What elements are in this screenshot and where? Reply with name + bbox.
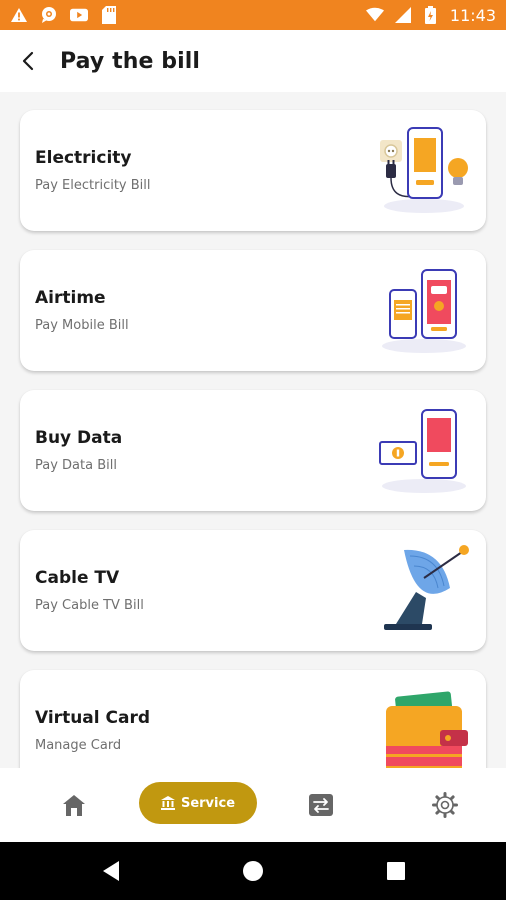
- system-back-button[interactable]: [81, 842, 141, 900]
- wifi-icon: [365, 6, 384, 24]
- signal-icon: [394, 6, 412, 24]
- card-title: Airtime: [35, 288, 106, 308]
- satellite-dish-illustration: [384, 545, 469, 630]
- data-illustration: [379, 409, 466, 493]
- buy-data-card[interactable]: Buy Data Pay Data Bill: [20, 390, 486, 511]
- nav-settings[interactable]: [415, 768, 475, 842]
- airtime-card[interactable]: Airtime Pay Mobile Bill: [20, 250, 486, 371]
- page-title: Pay the bill: [60, 48, 201, 74]
- warning-icon: [10, 6, 28, 24]
- youtube-icon: [70, 6, 88, 24]
- back-triangle-icon: [103, 861, 119, 881]
- card-subtitle: Manage Card: [35, 738, 122, 753]
- nav-home[interactable]: [44, 768, 104, 842]
- home-circle-icon: [243, 861, 263, 881]
- bottom-nav: Service: [0, 768, 506, 842]
- notification-icons: [10, 6, 118, 24]
- clock: 11:43: [449, 5, 496, 25]
- electricity-illustration: [380, 127, 468, 213]
- recents-square-icon: [387, 862, 405, 880]
- back-button[interactable]: [16, 49, 40, 73]
- card-title: Buy Data: [35, 428, 123, 448]
- status-bar: 11:43: [0, 0, 506, 30]
- home-icon: [63, 795, 85, 816]
- cable-tv-card[interactable]: Cable TV Pay Cable TV Bill: [20, 530, 486, 651]
- bank-icon: [160, 796, 175, 810]
- chevron-left-icon: [22, 51, 34, 71]
- bill-list[interactable]: Electricity Pay Electricity Bill Airtime…: [0, 92, 506, 768]
- wallet-illustration: [386, 691, 468, 768]
- app-bar: Pay the bill: [0, 30, 506, 92]
- system-status: 11:43: [365, 5, 496, 25]
- card-title: Virtual Card: [35, 708, 151, 728]
- battery-icon: [422, 6, 440, 24]
- transfer-icon: [309, 794, 333, 816]
- nav-transfer[interactable]: [291, 768, 351, 842]
- nav-service-label: Service: [180, 795, 236, 811]
- chat-bubble-icon: [40, 6, 58, 24]
- sd-card-icon: [100, 6, 118, 24]
- card-subtitle: Pay Data Bill: [35, 458, 117, 473]
- virtual-card-card[interactable]: Virtual Card Manage Card: [20, 670, 486, 768]
- card-subtitle: Pay Electricity Bill: [35, 178, 151, 193]
- gear-icon: [432, 792, 458, 818]
- system-home-button[interactable]: [223, 842, 283, 900]
- system-recents-button[interactable]: [366, 842, 426, 900]
- card-title: Electricity: [35, 148, 132, 168]
- card-title: Cable TV: [35, 568, 120, 588]
- card-subtitle: Pay Cable TV Bill: [35, 598, 144, 613]
- airtime-illustration: [382, 269, 466, 353]
- electricity-card[interactable]: Electricity Pay Electricity Bill: [20, 110, 486, 231]
- card-subtitle: Pay Mobile Bill: [35, 318, 129, 333]
- nav-service[interactable]: Service: [139, 782, 257, 824]
- system-nav-bar: [0, 842, 506, 900]
